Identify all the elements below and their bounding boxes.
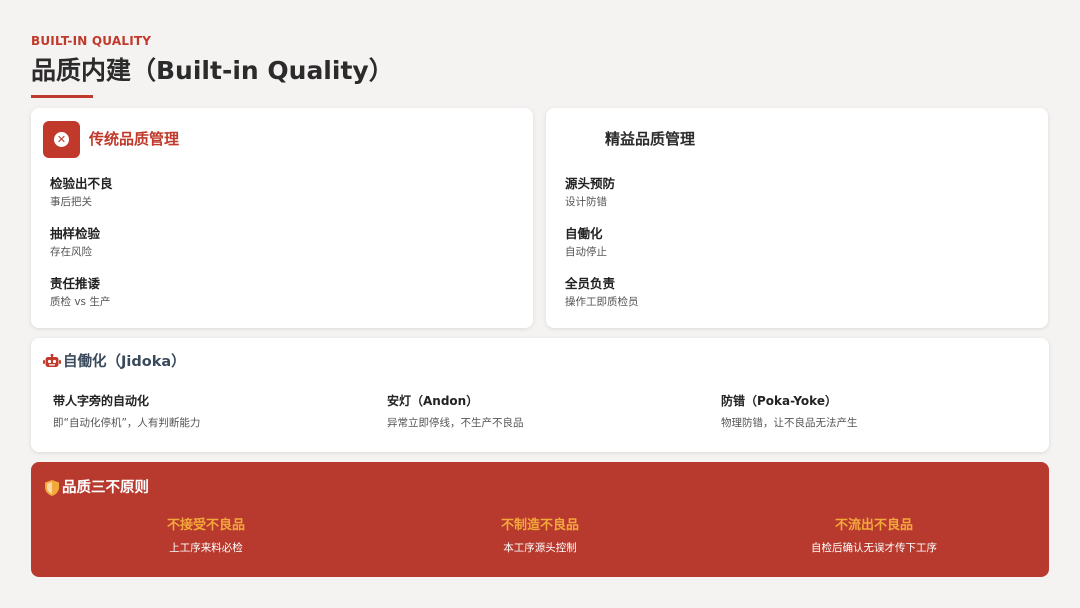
jidoka-column-desc: 异常立即停线，不生产不良品	[387, 417, 524, 429]
quality-principles-banner: 品质三不原则 不接受不良品 上工序来料必检 不制造不良品 本工序源头控制 不流出…	[31, 462, 1049, 577]
principle-desc: 自检后确认无误才传下工序	[811, 542, 937, 554]
item-desc: 设计防错	[565, 196, 607, 208]
traditional-card-header: ✕ 传统品质管理	[43, 120, 179, 158]
jidoka-column: 安灯（Andon） 异常立即停线，不生产不良品	[387, 393, 707, 431]
principle-title: 不制造不良品	[500, 518, 579, 533]
principle-title: 不流出不良品	[834, 518, 913, 533]
list-item: 责任推诿 质检 vs 生产	[50, 275, 113, 325]
page-header: BUILT-IN QUALITY 品质内建（Built-in Quality）	[31, 34, 394, 98]
jidoka-title: 自働化（Jidoka）	[63, 354, 186, 370]
jidoka-column-title: 安灯（Andon）	[387, 394, 479, 408]
page-title: 品质内建（Built-in Quality）	[31, 56, 394, 85]
jidoka-column-desc: 即“自动化停机”，人有判断能力	[53, 417, 201, 429]
page-eyebrow: BUILT-IN QUALITY	[31, 34, 152, 48]
item-title: 责任推诿	[50, 276, 101, 291]
item-desc: 事后把关	[50, 196, 92, 208]
jidoka-column: 带人字旁的自动化 即“自动化停机”，人有判断能力	[53, 393, 373, 431]
jidoka-column-title: 带人字旁的自动化	[53, 394, 150, 408]
item-title: 检验出不良	[50, 176, 113, 191]
item-title: 自働化	[565, 226, 603, 241]
lean-card-header: 精益品质管理	[605, 120, 695, 158]
list-item: 全员负责 操作工即质检员	[565, 275, 639, 325]
traditional-quality-card: ✕ 传统品质管理 检验出不良 事后把关 抽样检验 存在风险 责任推诿 质检 vs…	[31, 108, 533, 328]
principle-column: 不流出不良品 自检后确认无误才传下工序	[724, 517, 1024, 556]
lean-item-list: 源头预防 设计防错 自働化 自动停止 全员负责 操作工即质检员	[565, 175, 639, 325]
shield-icon	[45, 480, 59, 496]
traditional-card-title: 传统品质管理	[89, 130, 180, 148]
principle-desc: 上工序来料必检	[169, 542, 243, 554]
item-title: 抽样检验	[50, 226, 101, 241]
lean-card-title: 精益品质管理	[605, 130, 696, 148]
item-title: 全员负责	[565, 276, 616, 291]
list-item: 检验出不良 事后把关	[50, 175, 113, 225]
lean-quality-card: 精益品质管理 源头预防 设计防错 自働化 自动停止 全员负责 操作工即质检员	[546, 108, 1048, 328]
item-desc: 自动停止	[565, 246, 607, 258]
jidoka-column-desc: 物理防错，让不良品无法产生	[721, 417, 858, 429]
principle-column: 不制造不良品 本工序源头控制	[390, 517, 690, 556]
jidoka-column-title: 防错（Poka-Yoke）	[721, 394, 837, 408]
x-circle-icon: ✕	[43, 120, 80, 158]
jidoka-header: 自働化（Jidoka）	[43, 352, 186, 372]
item-desc: 质检 vs 生产	[50, 296, 111, 308]
principles-header: 品质三不原则	[45, 478, 149, 498]
principle-title: 不接受不良品	[166, 518, 245, 533]
list-item: 自働化 自动停止	[565, 225, 639, 275]
list-item: 抽样检验 存在风险	[50, 225, 113, 275]
principles-title: 品质三不原则	[62, 480, 149, 496]
robot-icon	[43, 354, 61, 367]
list-item: 源头预防 设计防错	[565, 175, 639, 225]
item-title: 源头预防	[565, 176, 616, 191]
jidoka-column: 防错（Poka-Yoke） 物理防错，让不良品无法产生	[721, 393, 1041, 431]
item-desc: 存在风险	[50, 246, 92, 258]
title-underline	[31, 95, 93, 98]
traditional-item-list: 检验出不良 事后把关 抽样检验 存在风险 责任推诿 质检 vs 生产	[50, 175, 113, 325]
principle-desc: 本工序源头控制	[503, 542, 577, 554]
item-desc: 操作工即质检员	[565, 296, 639, 308]
jidoka-card: 自働化（Jidoka） 带人字旁的自动化 即“自动化停机”，人有判断能力 安灯（…	[31, 338, 1049, 452]
principle-column: 不接受不良品 上工序来料必检	[56, 517, 356, 556]
